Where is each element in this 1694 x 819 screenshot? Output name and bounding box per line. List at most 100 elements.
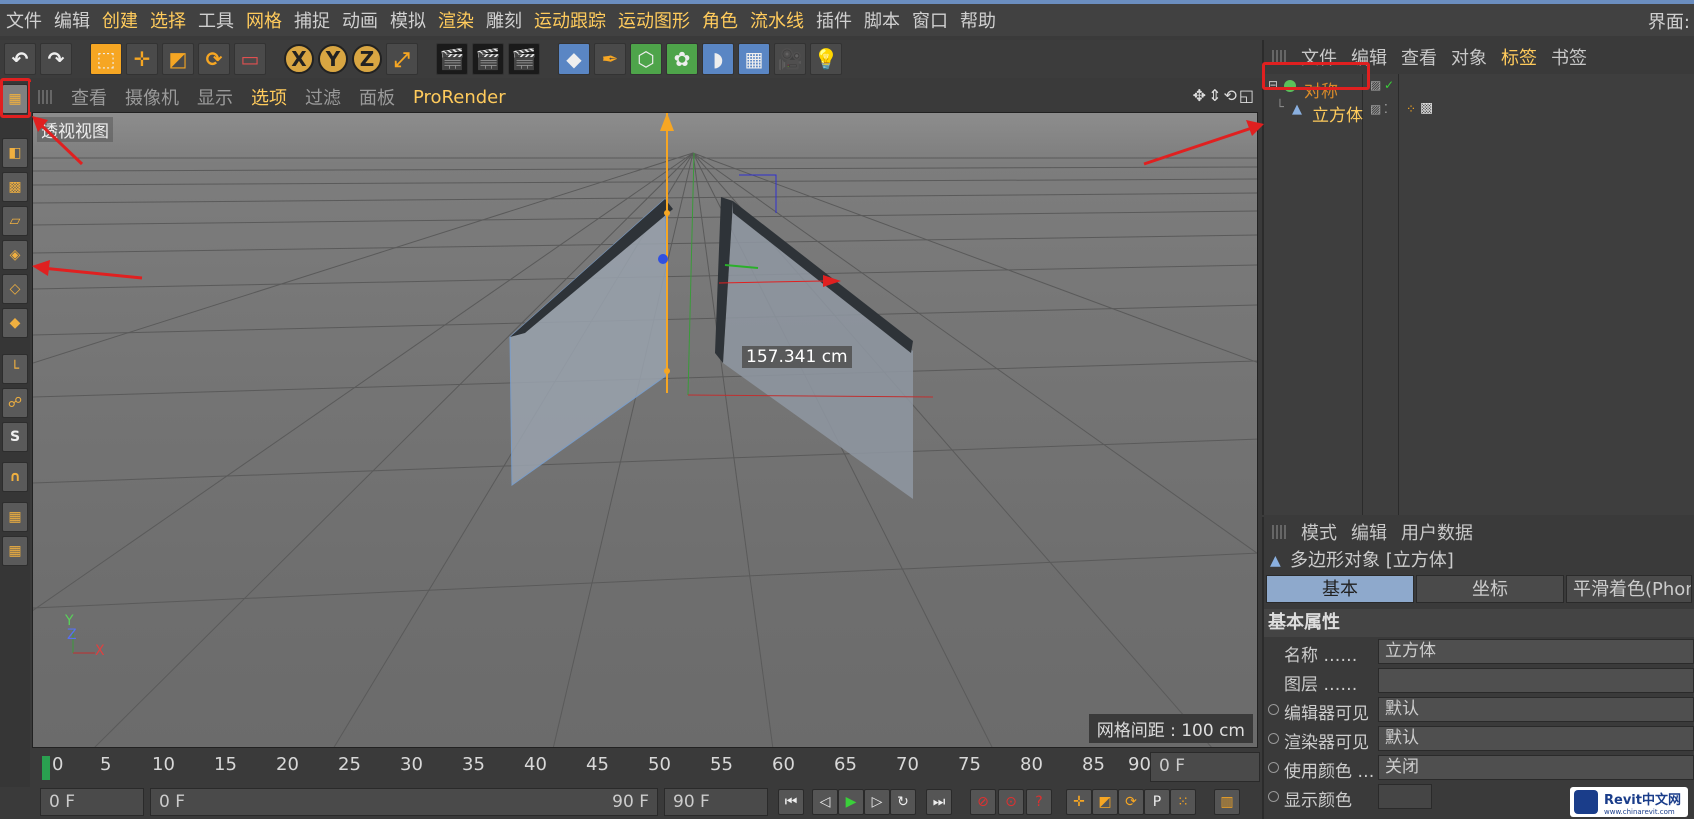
menu-tools[interactable]: 工具 [192,7,240,33]
start-frame-field[interactable]: 0 F [40,788,144,816]
menu-script[interactable]: 脚本 [858,7,906,33]
enabled-dot-icon[interactable]: ⁚ [1384,102,1388,116]
name-input[interactable]: 立方体 [1378,639,1694,664]
render-view-button[interactable]: 🎬 [436,43,468,75]
menu-select[interactable]: 选择 [144,7,192,33]
render-settings-button[interactable]: 🎬 [508,43,540,75]
menu-mesh[interactable]: 网格 [240,7,288,33]
camera-button[interactable]: 🎥 [774,43,806,75]
menu-create[interactable]: 创建 [96,7,144,33]
tab-phong[interactable]: 平滑着色(Phong) [1566,575,1692,603]
tweak-mode-button[interactable]: ☍ [2,388,28,418]
frame-range-slider[interactable]: 0 F 90 F [150,788,658,816]
am-menu-edit[interactable]: 编辑 [1344,519,1394,545]
y-axis-button[interactable]: Y [318,44,348,74]
end-frame-field[interactable]: 90 F [664,788,768,816]
key-pla-button[interactable]: ⁙ [1170,789,1196,815]
key-position-button[interactable]: ✛ [1066,789,1092,815]
layer-input[interactable] [1378,668,1694,693]
edges-mode-button[interactable]: ◇ [2,274,28,304]
workplane-lock-button[interactable]: ▦ [2,502,28,532]
visibility-toggle-icon[interactable]: ▨ [1370,102,1381,116]
timeline-window-button[interactable]: ▥ [1214,789,1240,815]
perspective-viewport[interactable]: 透视视图 157.341 cm Y Z X 网格间距 : 100 cm [32,112,1258,748]
phong-tag-icon[interactable]: ⁘ [1406,102,1416,116]
om-menu-tags[interactable]: 标签 [1494,44,1544,70]
viewport-menu-filter[interactable]: 过滤 [296,84,350,110]
display-color-swatch[interactable] [1378,784,1432,809]
tree-row-cube[interactable]: └ ▲ 立方体 ▨ ⁚ ⁘ ▩ [1264,100,1694,126]
menu-motion-tracking[interactable]: 运动跟踪 [528,7,612,33]
viewport-menu-options[interactable]: 选项 [242,84,296,110]
prev-key-button[interactable]: ◁ [812,789,838,815]
y-axis-arrow[interactable] [660,113,674,131]
z-axis-button[interactable]: Z [352,44,382,74]
render-visible-select[interactable]: 默认 [1378,726,1694,751]
menu-file[interactable]: 文件 [0,7,48,33]
animate-radio[interactable] [1268,733,1279,744]
snap-button[interactable]: S [2,422,28,452]
scale-button[interactable]: ◩ [162,43,194,75]
deformer-button[interactable]: ◗ [702,43,734,75]
magnet-button[interactable]: ∩ [2,462,28,492]
current-frame-field[interactable]: 0 F [1150,752,1260,782]
viewport-menu-camera[interactable]: 摄像机 [116,84,188,110]
enabled-check-icon[interactable]: ✓ [1384,78,1394,92]
viewport-menu-prorender[interactable]: ProRender [404,87,515,108]
tab-coordinates[interactable]: 坐标 [1416,575,1564,603]
goto-start-button[interactable]: ⏮ [778,789,804,815]
redo-button[interactable]: ↷ [40,43,72,75]
viewport-nav-icons[interactable]: ✥⇕⟲◱ [1193,86,1256,105]
key-param-button[interactable]: P [1144,789,1170,815]
menu-animate[interactable]: 动画 [336,7,384,33]
recent-tool-button[interactable]: ▭ [234,43,266,75]
menu-mograph[interactable]: 运动图形 [612,7,696,33]
om-menu-objects[interactable]: 对象 [1444,44,1494,70]
cloner-button[interactable]: ✿ [666,43,698,75]
am-menu-user-data[interactable]: 用户数据 [1394,519,1480,545]
pen-button[interactable]: ✒ [594,43,626,75]
am-menu-mode[interactable]: 模式 [1294,519,1344,545]
menu-pipeline[interactable]: 流水线 [744,7,810,33]
floor-button[interactable]: ▦ [738,43,770,75]
polygons-mode-button[interactable]: ◆ [2,308,28,338]
editor-visible-select[interactable]: 默认 [1378,697,1694,722]
menu-snap[interactable]: 捕捉 [288,7,336,33]
keyframe-help-button[interactable]: ? [1026,789,1052,815]
menu-render[interactable]: 渲染 [432,7,480,33]
rotate-button[interactable]: ⟳ [198,43,230,75]
subdivision-button[interactable]: ⬡ [630,43,662,75]
goto-end-button[interactable]: ⏭ [926,789,952,815]
menu-help[interactable]: 帮助 [954,7,1002,33]
autokey-button[interactable]: ⊙ [998,789,1024,815]
coordinate-system-button[interactable]: ⤢ [386,43,418,75]
move-button[interactable]: ✛ [126,43,158,75]
viewport-menu-view[interactable]: 查看 [62,84,116,110]
om-menu-bookmarks[interactable]: 书签 [1544,44,1594,70]
menu-edit[interactable]: 编辑 [48,7,96,33]
timeline-ruler[interactable]: 0 5 10 15 20 25 30 35 40 45 50 55 60 65 … [30,750,1262,784]
uvw-tag-icon[interactable]: ▩ [1420,100,1433,116]
visibility-toggle-icon[interactable]: ▨ [1370,78,1381,92]
viewport-menu-panel[interactable]: 面板 [350,84,404,110]
menu-simulate[interactable]: 模拟 [384,7,432,33]
key-rotate-button[interactable]: ⟳ [1118,789,1144,815]
axis-mode-button[interactable]: └ [2,354,28,384]
menu-plugins[interactable]: 插件 [810,7,858,33]
menu-sculpt[interactable]: 雕刻 [480,7,528,33]
menu-window[interactable]: 窗口 [906,7,954,33]
render-to-picture-viewer-button[interactable]: 🎬 [472,43,504,75]
live-select-button[interactable]: ⬚ [90,43,122,75]
use-color-select[interactable]: 关闭 [1378,755,1694,780]
points-mode-button[interactable]: ◈ [2,240,28,270]
animate-radio[interactable] [1268,762,1279,773]
om-menu-view[interactable]: 查看 [1394,44,1444,70]
loop-button[interactable]: ↻ [890,789,916,815]
handle-point-top[interactable] [664,210,670,216]
animate-radio[interactable] [1268,791,1279,802]
model-mode-button[interactable]: ◧ [2,138,28,168]
undo-button[interactable]: ↶ [4,43,36,75]
object-name[interactable]: 立方体 [1312,101,1363,126]
x-axis-button[interactable]: X [284,44,314,74]
animate-radio[interactable] [1268,704,1279,715]
